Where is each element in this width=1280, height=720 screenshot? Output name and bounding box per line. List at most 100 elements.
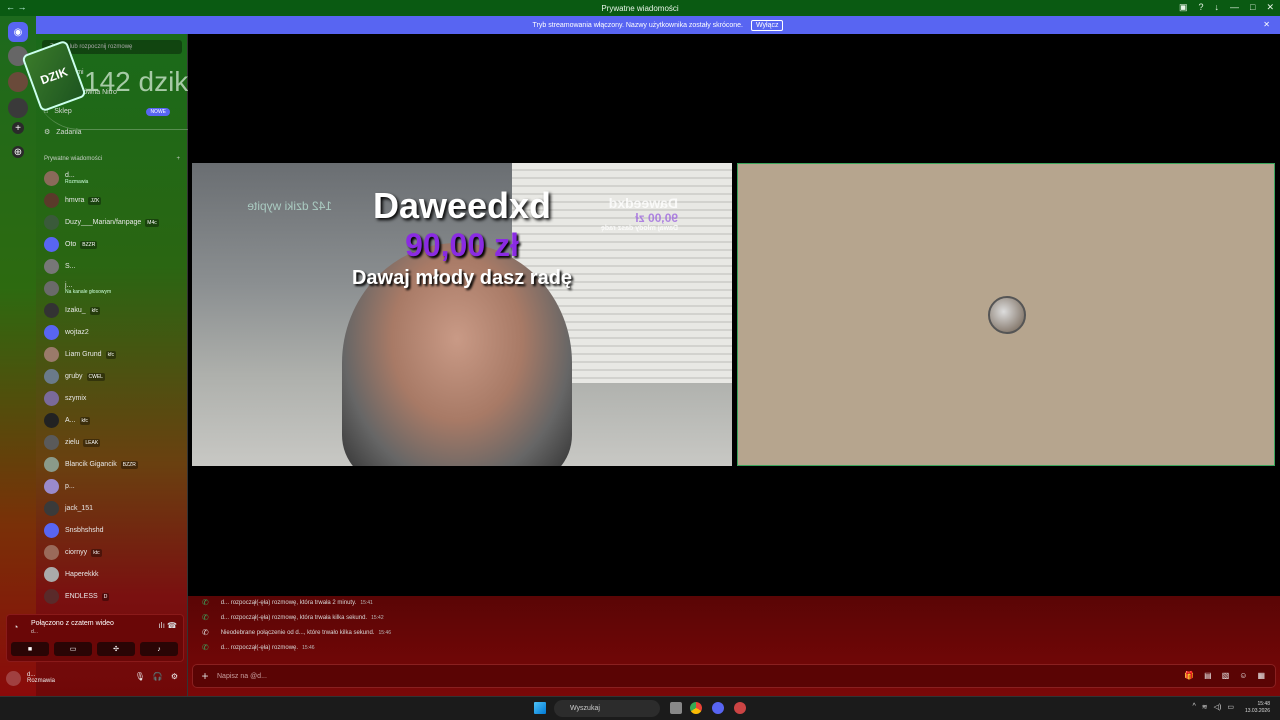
tray-chevron-icon[interactable]: ^ <box>1192 703 1195 711</box>
taskbar-search[interactable]: Wyszukaj <box>554 700 660 717</box>
dm-name: jack_151 <box>65 504 94 512</box>
discord-icon[interactable] <box>712 702 724 714</box>
dm-section-header: Prywatne wiadomości + <box>44 156 180 162</box>
stream-tile[interactable]: 142 dziki wypite Daweedxd 90,00 zł Dawaj… <box>192 163 732 466</box>
gif-icon[interactable]: ▤ <box>1204 671 1212 680</box>
discord-home-icon[interactable]: ◉ <box>8 22 28 42</box>
dm-name: d... <box>65 171 75 179</box>
add-attachment-icon[interactable]: + <box>193 669 217 683</box>
dm-item[interactable]: p... <box>44 476 184 496</box>
dm-item[interactable]: szymix <box>44 388 184 408</box>
avatar <box>44 280 59 296</box>
microphone-icon[interactable]: 🎙 <box>135 672 145 681</box>
dm-name: Haperekkk <box>65 570 99 578</box>
wifi-icon[interactable]: ≋ <box>1202 703 1208 711</box>
user-panel: d... Rozmawia 🎙 🎧 ⚙ <box>6 666 184 690</box>
avatar[interactable] <box>6 670 21 686</box>
dm-status: Rozmawia <box>65 178 89 185</box>
message-input[interactable]: + Napisz na @d... 🎁 ▤ ▧ ☺ ▦ <box>192 664 1276 688</box>
create-dm-icon[interactable]: + <box>176 156 180 162</box>
emoji-icon[interactable]: ☺ <box>1239 671 1247 680</box>
avatar <box>44 412 59 428</box>
avatar <box>44 544 59 560</box>
inbox-icon[interactable]: ▣ <box>1179 2 1188 13</box>
dm-item[interactable]: ciornyy ktc <box>44 542 184 562</box>
timestamp: 15:46 <box>378 629 391 636</box>
download-icon[interactable]: ↓ <box>1215 2 1220 13</box>
dm-item[interactable]: ENDLESS D <box>44 586 184 606</box>
clock[interactable]: 15:48 13.03.2026 <box>1245 701 1270 715</box>
title-bar: ← → Prywatne wiadomości ▣ ? ↓ — □ ✕ <box>0 0 1280 16</box>
banner-text: Tryb streamowania włączony. Nazwy użytko… <box>532 21 743 29</box>
close-icon[interactable]: ✕ <box>1266 2 1274 13</box>
chrome-icon[interactable] <box>690 702 702 714</box>
dm-item[interactable]: Duzy___Marian/fanpage M4c <box>44 212 184 232</box>
disconnect-icon[interactable]: ☎ <box>167 621 177 630</box>
call-log-entry: ✆ d... rozpoczął(-ęła) rozmowę, która trw… <box>202 598 373 607</box>
server-tag: JZK <box>88 196 102 205</box>
dm-item[interactable]: wojtaz2 <box>44 322 184 342</box>
dm-item[interactable]: Liam Grund kfc <box>44 344 184 364</box>
timestamp: 15:42 <box>371 614 384 621</box>
camera-button[interactable]: ■ <box>11 642 49 656</box>
server-icon[interactable] <box>8 72 28 92</box>
dm-item[interactable]: jack_151 <box>44 498 184 518</box>
dm-item[interactable]: Haperekkk <box>44 564 184 584</box>
sticker-icon[interactable]: ▧ <box>1222 671 1230 680</box>
dm-item[interactable]: S... <box>44 256 184 276</box>
explore-icon[interactable]: ⊕ <box>12 146 24 158</box>
dm-name: S... <box>65 262 76 270</box>
dm-name: hmvra <box>65 196 85 204</box>
dm-item[interactable]: d... Rozmawia <box>44 168 184 188</box>
app-icon[interactable] <box>734 702 746 714</box>
call-icon: ✆ <box>202 643 209 652</box>
server-tag: kfc <box>105 350 116 359</box>
settings-icon[interactable]: ⚙ <box>171 672 178 681</box>
dm-item[interactable]: Snsbhshshd <box>44 520 184 540</box>
dm-item[interactable]: Oto BZZR <box>44 234 184 254</box>
avatar <box>44 456 59 472</box>
dm-status: Na kanale głosowym <box>65 288 112 295</box>
noise-suppression-icon[interactable]: ıIı <box>158 621 165 630</box>
volume-icon[interactable]: ◁) <box>1214 703 1222 711</box>
add-server-icon[interactable]: + <box>12 122 24 134</box>
minimize-icon[interactable]: — <box>1230 2 1239 13</box>
dm-name: Izaku_ <box>65 306 86 314</box>
dm-item[interactable]: Izaku_ kfc <box>44 300 184 320</box>
server-tag: kfc <box>89 306 101 315</box>
gift-icon[interactable]: 🎁 <box>1184 671 1194 680</box>
dm-name: Oto <box>65 240 77 248</box>
battery-icon[interactable]: ▭ <box>1227 703 1234 711</box>
apps-icon[interactable]: ▦ <box>1257 671 1265 680</box>
missed-call-icon: ✆ <box>202 628 209 637</box>
dm-name: j... <box>65 281 73 289</box>
dm-item[interactable]: gruby CWEL <box>44 366 184 386</box>
avatar <box>44 302 59 318</box>
windows-taskbar: Wyszukaj ^ ≋ ◁) ▭ 15:48 13.03.2026 <box>0 696 1280 720</box>
user-status: Rozmawia <box>27 678 56 684</box>
voice-sub: d... <box>31 629 38 635</box>
dm-item[interactable]: j... Na kanale głosowym <box>44 278 184 298</box>
headphones-icon[interactable]: 🎧 <box>153 672 163 681</box>
server-tag: kfc <box>79 416 90 425</box>
soundboard-button[interactable]: ♪ <box>140 642 178 656</box>
screen-share-button[interactable]: ▭ <box>54 642 92 656</box>
disable-streamer-mode-button[interactable]: Wyłącz <box>750 19 784 31</box>
server-icon[interactable] <box>8 98 28 118</box>
dm-name: gruby <box>65 372 83 380</box>
file-explorer-icon[interactable] <box>670 702 682 714</box>
server-tag: D <box>101 592 110 601</box>
start-icon[interactable] <box>534 702 546 714</box>
avatar <box>44 434 59 450</box>
dm-item[interactable]: hmvra JZK <box>44 190 184 210</box>
help-icon[interactable]: ? <box>1199 2 1204 13</box>
dm-item[interactable]: zielu LEAK <box>44 432 184 452</box>
dm-item[interactable]: A... kfc <box>44 410 184 430</box>
call-icon: ✆ <box>202 598 209 607</box>
participant-tile[interactable] <box>737 163 1275 466</box>
maximize-icon[interactable]: □ <box>1250 2 1255 13</box>
close-banner-icon[interactable]: ✕ <box>1263 20 1270 29</box>
dm-item[interactable]: Blancik Gigancik BZZR <box>44 454 184 474</box>
activities-button[interactable]: ✣ <box>97 642 135 656</box>
streamer-mode-banner: Tryb streamowania włączony. Nazwy użytko… <box>36 16 1280 34</box>
